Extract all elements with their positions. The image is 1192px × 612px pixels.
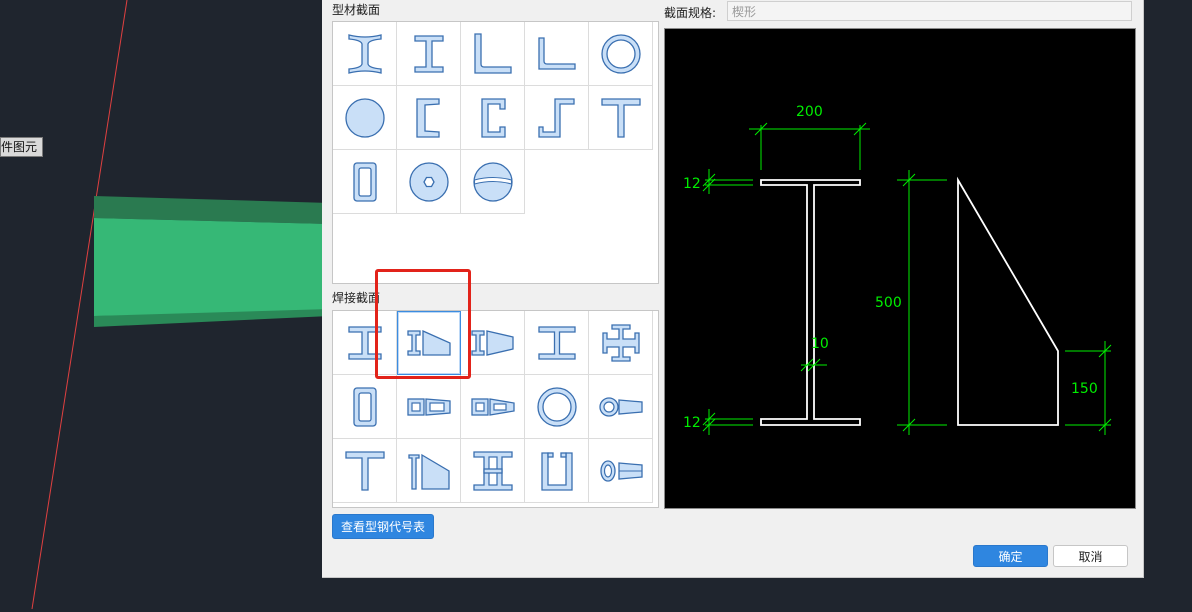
dim-end-height: 150 [1071, 381, 1098, 397]
profile-cell-pipe[interactable] [589, 22, 653, 86]
welded-cell-double-h[interactable] [461, 439, 525, 503]
profile-cell-lipped-channel[interactable] [461, 86, 525, 150]
viewport-tooltip: 件图元 [0, 137, 44, 157]
rect-tube-icon [352, 161, 377, 202]
tapered-box-icon [406, 397, 451, 416]
pipe-icon [600, 33, 641, 74]
welded-cell-double-box[interactable] [461, 375, 525, 439]
tapered-t-icon [407, 453, 450, 490]
profile-cell-i-beam[interactable] [333, 22, 397, 86]
profile-cell-equal-angle[interactable] [461, 22, 525, 86]
welded-box-icon [352, 386, 377, 427]
hex-bolt-icon [408, 161, 449, 202]
i-beam-icon [347, 33, 382, 74]
equal-angle-icon [473, 32, 512, 74]
unequal-angle-icon [537, 36, 576, 70]
sphere-icon [472, 161, 513, 202]
profile-cell-rect-tube[interactable] [333, 150, 397, 214]
welded-cell-i[interactable] [525, 311, 589, 375]
section-dialog: 型材截面 焊接截面 截面规格: 楔形 200 12 500 10 12 150 … [322, 0, 1144, 578]
welded-cell-tapered-h[interactable] [397, 311, 461, 375]
confirm-button[interactable]: 确定 [973, 545, 1048, 567]
tapered-pipe-icon [598, 396, 643, 417]
dimension-lines [702, 122, 1112, 435]
welded-section-label: 焊接截面 [332, 291, 381, 305]
view-steel-table-button[interactable]: 查看型钢代号表 [332, 514, 434, 539]
dim-flange-top: 12 [683, 176, 701, 192]
double-box-icon [470, 397, 515, 416]
beam-side-face [94, 218, 330, 316]
welded-pipe-icon [536, 386, 577, 427]
profile-cell-round-bar[interactable] [333, 86, 397, 150]
welded-cell-tapered-pipe[interactable] [589, 375, 653, 439]
tapered-h-icon [407, 329, 451, 356]
round-bar-icon [344, 97, 385, 138]
welded-cell-pipe[interactable] [525, 375, 589, 439]
channel-icon [415, 97, 440, 138]
tapered-cone-icon [599, 459, 643, 482]
spec-input[interactable]: 楔形 [727, 1, 1132, 21]
h-beam-icon [413, 34, 444, 73]
welded-i-icon [537, 325, 576, 360]
cancel-button[interactable]: 取消 [1053, 545, 1128, 567]
profile-cell-h-beam[interactable] [397, 22, 461, 86]
profile-cell-hex-bolt[interactable] [397, 150, 461, 214]
u-section-icon [540, 451, 573, 491]
profile-cell-t-section[interactable] [589, 86, 653, 150]
dim-top-width: 200 [796, 104, 823, 120]
welded-cell-t[interactable] [333, 439, 397, 503]
profile-section-label: 型材截面 [332, 3, 381, 17]
welded-cell-cross[interactable] [589, 311, 653, 375]
cross-section-icon [601, 323, 640, 362]
welded-cell-double-tapered-h[interactable] [461, 311, 525, 375]
profile-cell-channel[interactable] [397, 86, 461, 150]
dimension-labels: 200 12 500 10 12 150 [683, 104, 1098, 431]
dim-flange-bottom: 12 [683, 415, 701, 431]
profile-cell-sphere[interactable] [461, 150, 525, 214]
profile-grid [332, 21, 659, 284]
welded-cell-tapered-box[interactable] [397, 375, 461, 439]
welded-cell-tapered-cone[interactable] [589, 439, 653, 503]
dim-height: 500 [875, 295, 902, 311]
t-section-icon [600, 97, 641, 138]
z-section-icon [537, 97, 575, 138]
welded-grid [332, 310, 659, 508]
welded-cell-tapered-t[interactable] [397, 439, 461, 503]
section-preview-canvas: 200 12 500 10 12 150 [664, 28, 1136, 509]
welded-cell-h[interactable] [333, 311, 397, 375]
double-tapered-h-icon [470, 329, 514, 356]
welded-cell-box[interactable] [333, 375, 397, 439]
lipped-channel-icon [480, 97, 506, 138]
spec-label: 截面规格: [664, 6, 717, 20]
welded-cell-u[interactable] [525, 439, 589, 503]
welded-h-icon [347, 325, 382, 360]
welded-t-icon [344, 450, 385, 491]
section-drawing: 200 12 500 10 12 150 [683, 104, 1112, 435]
dim-web: 10 [811, 336, 829, 352]
wedge-outline [957, 176, 1059, 426]
double-h-icon [472, 450, 513, 491]
profile-cell-unequal-angle[interactable] [525, 22, 589, 86]
profile-cell-z-section[interactable] [525, 86, 589, 150]
i-beam-outline [760, 179, 861, 426]
